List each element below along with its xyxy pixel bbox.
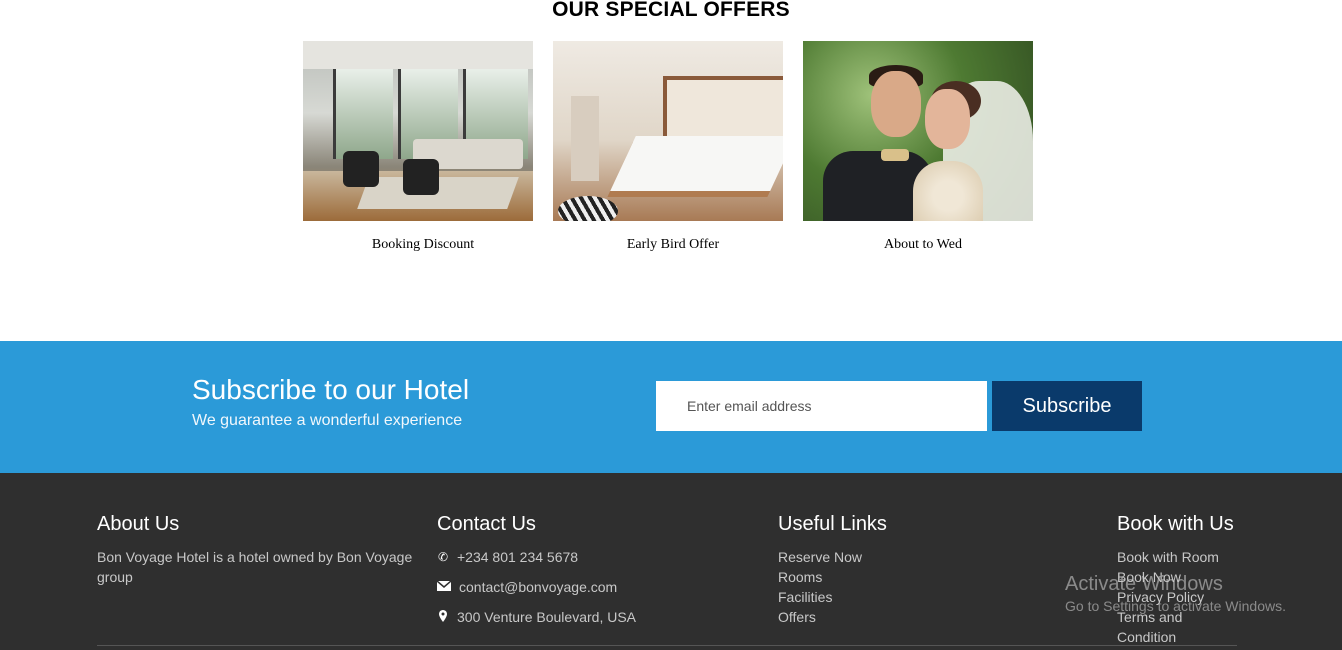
- subscribe-subtitle: We guarantee a wonderful experience: [192, 412, 463, 429]
- footer-contact-heading: Contact Us: [437, 513, 536, 535]
- contact-address: 300 Venture Boulevard, USA: [437, 607, 757, 627]
- email-input[interactable]: [656, 381, 987, 431]
- subscribe-button[interactable]: Subscribe: [992, 381, 1142, 431]
- envelope-icon: [436, 580, 452, 594]
- special-offers-section: OUR SPECIAL OFFERS Booking Discount Earl…: [0, 0, 1342, 341]
- link-rooms[interactable]: Rooms: [778, 567, 1078, 587]
- link-offers[interactable]: Offers: [778, 607, 1078, 627]
- link-book-now[interactable]: Book Now: [1117, 567, 1317, 587]
- offer-caption[interactable]: Early Bird Offer: [553, 237, 783, 253]
- footer-divider: [97, 645, 1237, 646]
- contact-phone[interactable]: ✆ +234 801 234 5678: [437, 547, 757, 567]
- footer-contact-column: Contact Us ✆ +234 801 234 5678 contact@b…: [436, 513, 757, 637]
- footer-about-text: Bon Voyage Hotel is a hotel owned by Bon…: [97, 549, 413, 585]
- footer: About Us Bon Voyage Hotel is a hotel own…: [0, 473, 1342, 650]
- wedding-couple-image[interactable]: [803, 41, 1033, 221]
- footer-book-heading: Book with Us: [1117, 513, 1234, 535]
- link-privacy-policy[interactable]: Privacy Policy: [1117, 587, 1317, 607]
- link-reserve-now[interactable]: Reserve Now: [778, 547, 1078, 567]
- street-address: 300 Venture Boulevard, USA: [457, 609, 637, 625]
- link-book-with-room[interactable]: Book with Room: [1117, 547, 1317, 567]
- footer-about-heading: About Us: [97, 513, 180, 535]
- subscribe-title: Subscribe to our Hotel: [192, 374, 470, 405]
- link-facilities[interactable]: Facilities: [778, 587, 1078, 607]
- offers-title: OUR SPECIAL OFFERS: [552, 0, 790, 21]
- phone-icon: ✆: [437, 550, 449, 564]
- link-condition[interactable]: Condition: [1117, 627, 1317, 647]
- offer-card-about-to-wed[interactable]: About to Wed: [803, 41, 1033, 253]
- contact-email[interactable]: contact@bonvoyage.com: [436, 577, 757, 597]
- footer-about-column: About Us Bon Voyage Hotel is a hotel own…: [97, 513, 427, 587]
- offer-card-booking-discount[interactable]: Booking Discount: [303, 41, 533, 253]
- link-terms-and[interactable]: Terms and: [1117, 607, 1317, 627]
- phone-number[interactable]: +234 801 234 5678: [457, 549, 578, 565]
- bedroom-image[interactable]: [553, 41, 783, 221]
- offer-caption[interactable]: Booking Discount: [303, 237, 533, 253]
- footer-useful-links-heading: Useful Links: [778, 513, 887, 535]
- footer-book-column: Book with Us Book with Room Book Now Pri…: [1117, 513, 1317, 647]
- living-room-image[interactable]: [303, 41, 533, 221]
- footer-useful-links-column: Useful Links Reserve Now Rooms Facilitie…: [778, 513, 1078, 627]
- subscribe-section: Subscribe to our Hotel We guarantee a wo…: [0, 341, 1342, 473]
- map-marker-icon: [437, 609, 449, 625]
- offer-card-early-bird[interactable]: Early Bird Offer: [553, 41, 783, 253]
- email-address[interactable]: contact@bonvoyage.com: [459, 579, 617, 595]
- offer-caption[interactable]: About to Wed: [803, 237, 1033, 253]
